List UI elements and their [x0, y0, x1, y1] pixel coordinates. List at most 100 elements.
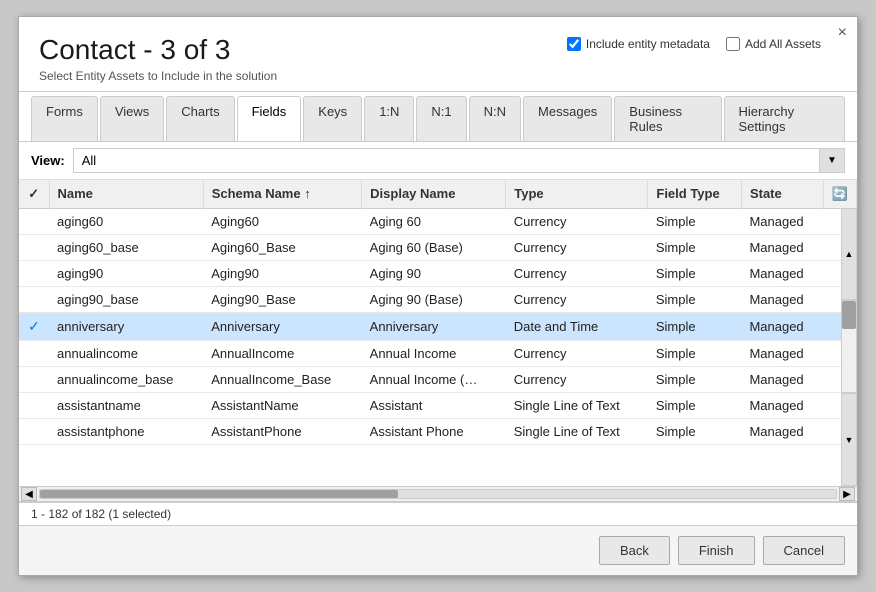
view-bar: View: All ▼ [19, 142, 857, 180]
tab-charts[interactable]: Charts [166, 96, 234, 141]
vscroll-track[interactable] [841, 300, 857, 393]
table-row[interactable]: aging60Aging60Aging 60CurrencySimpleMana… [19, 208, 857, 234]
col-type[interactable]: Type [506, 180, 648, 209]
col-refresh[interactable]: 🔄 [823, 180, 856, 209]
cell-schema_name: Aging90 [203, 260, 361, 286]
cell-field_type: Simple [648, 234, 742, 260]
fields-table: ✓ Name Schema Name ↑ Display Name Type F… [19, 180, 857, 445]
dialog-header: Contact - 3 of 3 Select Entity Assets to… [19, 17, 857, 92]
vscroll-thumb [842, 301, 856, 328]
cell-state: Managed [741, 366, 823, 392]
cell-schema_name: Aging90_Base [203, 286, 361, 312]
dialog-subtitle: Select Entity Assets to Include in the s… [39, 69, 837, 83]
status-text: 1 - 182 of 182 (1 selected) [31, 507, 171, 521]
col-display-name[interactable]: Display Name [362, 180, 506, 209]
cell-display_name: Aging 60 [362, 208, 506, 234]
row-check[interactable]: ✓ [19, 312, 49, 340]
row-check[interactable] [19, 392, 49, 418]
add-all-assets-checkbox[interactable] [726, 37, 740, 51]
tab-n1[interactable]: N:1 [416, 96, 466, 141]
cell-field_type: Simple [648, 366, 742, 392]
col-field-type[interactable]: Field Type [648, 180, 742, 209]
cell-schema_name: Aging60_Base [203, 234, 361, 260]
finish-button[interactable]: Finish [678, 536, 755, 565]
cell-state: Managed [741, 312, 823, 340]
scroll-up-button[interactable]: ▲ [841, 208, 857, 301]
cell-name: aging60_base [49, 234, 203, 260]
cell-display_name: Aging 60 (Base) [362, 234, 506, 260]
table-row[interactable]: annualincome_baseAnnualIncome_BaseAnnual… [19, 366, 857, 392]
cell-schema_name: Anniversary [203, 312, 361, 340]
cell-display_name: Aging 90 (Base) [362, 286, 506, 312]
scroll-left-button[interactable]: ◀ [21, 487, 37, 501]
cell-display_name: Anniversary [362, 312, 506, 340]
cell-state: Managed [741, 286, 823, 312]
row-check[interactable] [19, 286, 49, 312]
col-check: ✓ [19, 180, 49, 209]
tab-hierarchy-settings[interactable]: Hierarchy Settings [724, 96, 846, 141]
tabs-bar: Forms Views Charts Fields Keys 1:N N:1 N… [19, 92, 857, 142]
view-select[interactable]: All [73, 148, 845, 173]
horizontal-scrollbar[interactable]: ◀ ▶ [19, 486, 857, 502]
cell-state: Managed [741, 260, 823, 286]
close-button[interactable]: × [838, 25, 847, 41]
cell-schema_name: Aging60 [203, 208, 361, 234]
cell-type: Currency [506, 340, 648, 366]
cell-field_type: Simple [648, 208, 742, 234]
cell-name: assistantphone [49, 418, 203, 444]
include-metadata-label[interactable]: Include entity metadata [567, 37, 710, 51]
table-scroll-area[interactable]: ✓ Name Schema Name ↑ Display Name Type F… [19, 180, 857, 486]
table-row[interactable]: aging90_baseAging90_BaseAging 90 (Base)C… [19, 286, 857, 312]
cell-type: Single Line of Text [506, 418, 648, 444]
cell-display_name: Aging 90 [362, 260, 506, 286]
tab-nn[interactable]: N:N [469, 96, 521, 141]
row-check[interactable] [19, 234, 49, 260]
view-label: View: [31, 153, 65, 168]
tab-business-rules[interactable]: Business Rules [614, 96, 721, 141]
table-row[interactable]: annualincomeAnnualIncomeAnnual IncomeCur… [19, 340, 857, 366]
back-button[interactable]: Back [599, 536, 670, 565]
table-row[interactable]: aging60_baseAging60_BaseAging 60 (Base)C… [19, 234, 857, 260]
scroll-right-button[interactable]: ▶ [839, 487, 855, 501]
status-bar: 1 - 182 of 182 (1 selected) [19, 502, 857, 525]
cell-field_type: Simple [648, 418, 742, 444]
scroll-down-button[interactable]: ▼ [841, 393, 857, 486]
cell-field_type: Simple [648, 340, 742, 366]
col-name[interactable]: Name [49, 180, 203, 209]
hscroll-track[interactable] [39, 489, 837, 499]
row-check[interactable] [19, 260, 49, 286]
row-check[interactable] [19, 366, 49, 392]
table-row[interactable]: aging90Aging90Aging 90CurrencySimpleMana… [19, 260, 857, 286]
table-row[interactable]: assistantphoneAssistantPhoneAssistant Ph… [19, 418, 857, 444]
tab-1n[interactable]: 1:N [364, 96, 414, 141]
tab-forms[interactable]: Forms [31, 96, 98, 141]
tab-fields[interactable]: Fields [237, 96, 302, 141]
cell-schema_name: AnnualIncome_Base [203, 366, 361, 392]
cell-type: Currency [506, 366, 648, 392]
cell-name: aging90_base [49, 286, 203, 312]
cell-field_type: Simple [648, 312, 742, 340]
tab-views[interactable]: Views [100, 96, 164, 141]
include-metadata-checkbox[interactable] [567, 37, 581, 51]
cell-type: Single Line of Text [506, 392, 648, 418]
row-check[interactable] [19, 418, 49, 444]
row-check[interactable] [19, 340, 49, 366]
include-metadata-text: Include entity metadata [586, 37, 710, 51]
table-row[interactable]: assistantnameAssistantNameAssistantSingl… [19, 392, 857, 418]
cell-schema_name: AssistantName [203, 392, 361, 418]
add-all-assets-label[interactable]: Add All Assets [726, 37, 821, 51]
cancel-button[interactable]: Cancel [763, 536, 845, 565]
table-container: ✓ Name Schema Name ↑ Display Name Type F… [19, 180, 857, 486]
cell-schema_name: AnnualIncome [203, 340, 361, 366]
col-schema-name[interactable]: Schema Name ↑ [203, 180, 361, 209]
cell-schema_name: AssistantPhone [203, 418, 361, 444]
row-check[interactable] [19, 208, 49, 234]
cell-field_type: Simple [648, 392, 742, 418]
tab-messages[interactable]: Messages [523, 96, 612, 141]
table-row[interactable]: ✓anniversaryAnniversaryAnniversaryDate a… [19, 312, 857, 340]
col-state[interactable]: State [741, 180, 823, 209]
cell-name: annualincome [49, 340, 203, 366]
cell-type: Currency [506, 286, 648, 312]
cell-display_name: Annual Income (… [362, 366, 506, 392]
tab-keys[interactable]: Keys [303, 96, 362, 141]
